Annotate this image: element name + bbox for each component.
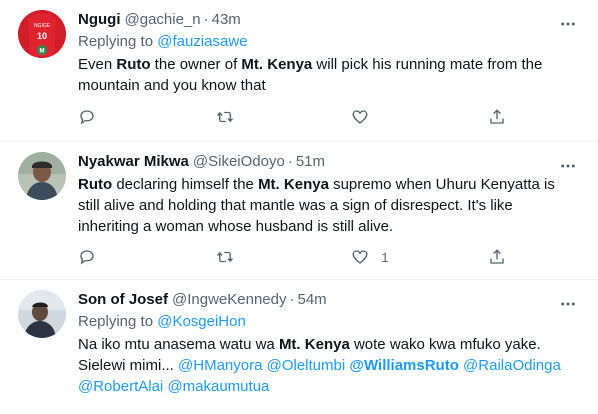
replying-prefix: Replying to (78, 313, 154, 330)
handle[interactable]: @IngweKennedy (172, 290, 286, 310)
share-button[interactable] (488, 108, 508, 126)
reply-icon (80, 250, 94, 265)
more-dots-icon (561, 22, 575, 26)
replying-prefix: Replying to (78, 33, 154, 50)
replying-mention[interactable]: @fauziasawe (157, 33, 247, 50)
jersey-number: 10 (37, 31, 47, 41)
avatar[interactable] (18, 290, 66, 338)
timestamp[interactable]: 51m (296, 152, 325, 172)
retweet-icon (216, 111, 233, 123)
tweet-text: Na iko mtu anasema watu wa Mt. Kenya wot… (78, 334, 584, 397)
text-highlight: Ruto (78, 176, 113, 193)
replying-to: Replying to @fauziasawe (78, 32, 584, 52)
more-options-button[interactable] (558, 294, 578, 314)
display-name[interactable]: Son of Josef (78, 290, 168, 310)
reply-button[interactable] (78, 248, 168, 266)
handle[interactable]: @SikeiOdoyo (193, 152, 285, 172)
avatar-image (18, 152, 66, 200)
text-highlight: Mt. Kenya (258, 176, 329, 193)
like-button[interactable] (351, 108, 441, 126)
separator-dot: · (287, 153, 293, 170)
text-highlight: Ruto (116, 56, 151, 73)
share-button[interactable] (488, 248, 508, 266)
avatar-image (18, 290, 66, 338)
separator-dot: · (289, 291, 295, 308)
heart-icon (352, 110, 368, 124)
mention-link[interactable]: @RailaOdinga (463, 357, 561, 374)
replying-to: Replying to @KosgeiHon (78, 312, 584, 332)
retweet-button[interactable] (215, 108, 305, 126)
handle[interactable]: @gachie_n (125, 10, 201, 30)
text-highlight: Mt. Kenya (241, 56, 313, 73)
avatar-image: NGIGE 10 M (18, 10, 66, 58)
tweet-actions: 1 (78, 246, 508, 268)
mention-link[interactable]: @WilliamsRuto (349, 357, 459, 374)
reply-icon (80, 110, 94, 125)
tweet[interactable]: Son of Josef @IngweKennedy · 54m Replyin… (0, 280, 598, 414)
more-dots-icon (561, 164, 575, 168)
tweet-text: Even Ruto the owner of Mt. Kenya will pi… (78, 54, 584, 96)
mention-link[interactable]: @HManyora (178, 357, 262, 374)
jersey-name: NGIGE (34, 23, 51, 29)
tweet-text: Ruto declaring himself the Mt. Kenya sup… (78, 174, 584, 237)
tweet[interactable]: Nyakwar Mikwa @SikeiOdoyo · 51m Ruto dec… (0, 142, 598, 280)
mention-link[interactable]: @RobertAlai (78, 378, 163, 395)
text-segment: Na iko mtu anasema watu wa (78, 336, 279, 353)
reply-button[interactable] (78, 108, 168, 126)
tweet-actions (78, 106, 508, 128)
more-options-button[interactable] (558, 14, 578, 34)
display-name[interactable]: Nyakwar Mikwa (78, 152, 189, 172)
retweet-button[interactable] (215, 248, 305, 266)
more-options-button[interactable] (558, 156, 578, 176)
avatar-badge: M (40, 49, 45, 55)
tweet[interactable]: NGIGE 10 M Ngugi @gachie_n · 43m Replyin… (0, 0, 598, 142)
text-segment: Even (78, 56, 117, 73)
more-dots-icon (561, 302, 575, 306)
replying-mention[interactable]: @KosgeiHon (157, 313, 246, 330)
mention-link[interactable]: @makaumutua (167, 378, 269, 395)
avatar[interactable]: NGIGE 10 M (18, 10, 66, 58)
mention-link[interactable]: @Oleltumbi (267, 357, 346, 374)
text-segment: the owner of (150, 56, 242, 73)
like-button[interactable]: 1 (351, 248, 441, 266)
share-icon (490, 109, 504, 124)
like-count: 1 (381, 249, 389, 265)
avatar[interactable] (18, 152, 66, 200)
separator-dot: · (203, 11, 209, 28)
display-name[interactable]: Ngugi (78, 10, 121, 30)
timestamp[interactable]: 43m (212, 10, 241, 30)
text-highlight: Mt. Kenya (278, 336, 350, 353)
retweet-icon (216, 251, 233, 263)
text-segment: declaring himself the (112, 176, 259, 193)
timestamp[interactable]: 54m (298, 290, 327, 310)
share-icon (490, 249, 504, 264)
heart-icon (352, 250, 368, 264)
